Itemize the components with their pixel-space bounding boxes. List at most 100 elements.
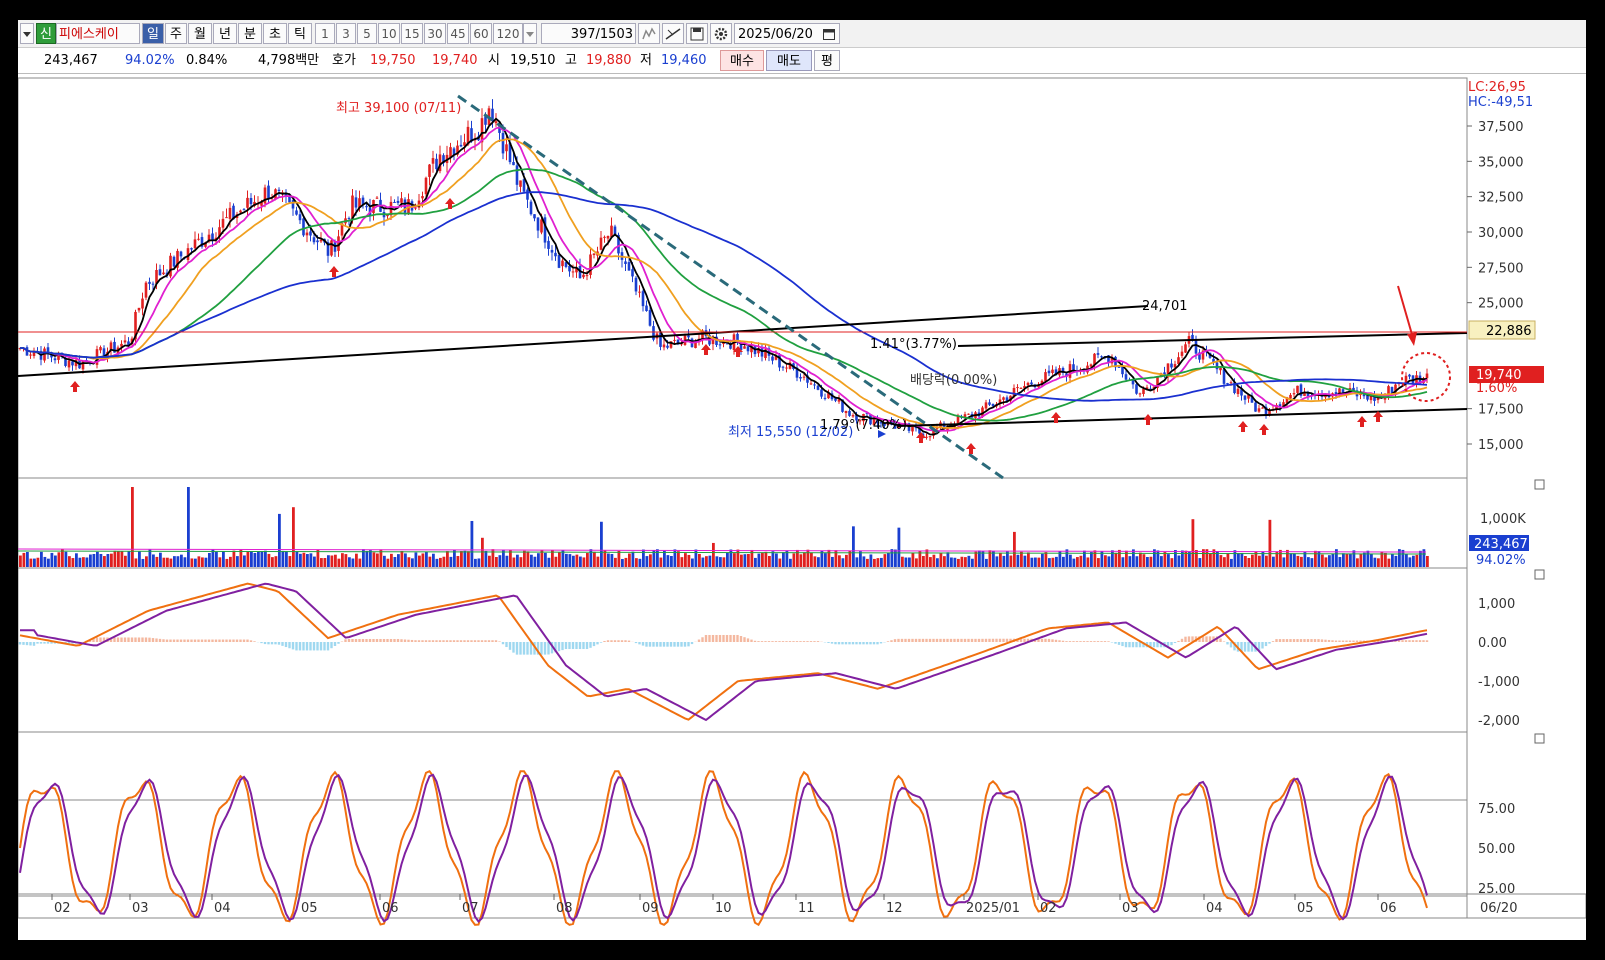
volume-bar (526, 551, 530, 567)
line-tool-icon[interactable] (662, 23, 684, 44)
volume-bar (22, 552, 26, 567)
tab-period-month[interactable]: 월 (188, 23, 212, 44)
candle-body (291, 200, 295, 209)
interval-3[interactable]: 3 (336, 23, 356, 44)
candle-body (529, 201, 533, 215)
interval-120[interactable]: 120 (493, 23, 523, 44)
macd-histogram-bar (1002, 638, 1005, 642)
volume-bar (400, 550, 404, 567)
close-icon[interactable] (1534, 569, 1545, 580)
volume-bar (1023, 555, 1027, 567)
candle-body (1180, 351, 1184, 356)
macd-histogram-bar (512, 642, 515, 653)
macd-histogram-bar (218, 639, 221, 642)
volume-bar (218, 557, 222, 567)
stock-name-field[interactable]: 피에스케이 (56, 23, 140, 44)
interval-1[interactable]: 1 (315, 23, 335, 44)
volume-bar (946, 552, 950, 567)
date-field[interactable]: 2025/06/20 (734, 23, 840, 44)
macd-histogram-bar (788, 641, 792, 642)
macd-histogram-bar (183, 639, 186, 642)
macd-histogram-bar (886, 641, 890, 642)
macd-histogram-bar (967, 638, 970, 642)
candle-body (536, 217, 540, 231)
macd-histogram-bar (1320, 639, 1324, 642)
tab-period-minute[interactable]: 분 (238, 23, 262, 44)
interval-10[interactable]: 10 (378, 23, 400, 44)
macd-histogram-bar (18, 642, 22, 645)
calendar-icon[interactable] (823, 28, 835, 40)
candle-body (638, 291, 641, 293)
volume-bar (666, 555, 670, 567)
tab-period-week[interactable]: 주 (165, 23, 187, 44)
macd-histogram-bar (1299, 639, 1303, 642)
volume-bar (1209, 553, 1212, 567)
macd-histogram-bar (473, 640, 477, 642)
chart-window: 신 피에스케이 일 주 월 년 분 초 틱 1 3 5 10 15 30 45 … (17, 20, 1587, 940)
chevron-down-icon[interactable] (20, 23, 34, 44)
macd-histogram-bar (599, 642, 603, 643)
macd-histogram-bar (571, 642, 575, 650)
interval-30[interactable]: 30 (424, 23, 446, 44)
macd-histogram-bar (319, 642, 323, 651)
tab-period-day[interactable]: 일 (142, 23, 164, 44)
volume-bar (50, 552, 54, 567)
price-tick-label: 17,500 (1478, 403, 1524, 418)
macd-histogram-bar (431, 640, 435, 642)
macd-histogram-bar (148, 637, 151, 642)
macd-histogram-bar (1068, 641, 1072, 642)
volume-bar (418, 555, 421, 567)
macd-histogram-bar (1226, 642, 1229, 645)
interval-dropdown-icon[interactable] (523, 23, 537, 44)
save-icon[interactable] (686, 23, 708, 44)
tick-chart-icon[interactable] (638, 23, 660, 44)
candle-body (561, 260, 564, 267)
close-icon[interactable] (1534, 479, 1545, 490)
candle-body (550, 249, 554, 253)
interval-45[interactable]: 45 (447, 23, 469, 44)
macd-histogram-bar (197, 639, 200, 642)
macd-histogram-bar (767, 641, 771, 642)
tab-period-tick[interactable]: 틱 (288, 23, 312, 44)
volume-bar (306, 554, 309, 567)
close-icon[interactable] (1534, 733, 1545, 744)
count-field[interactable]: 397/1503 (541, 23, 636, 44)
macd-histogram-bar (795, 641, 799, 642)
volume-bar (180, 554, 183, 567)
interval-5[interactable]: 5 (357, 23, 377, 44)
chart-area[interactable]: LC:26,95 HC:-49,51 37,500 35,000 32,500 30,… (17, 76, 1587, 940)
macd-histogram-bar (1219, 638, 1222, 642)
macd-histogram-bar (501, 642, 505, 645)
candle-body (435, 158, 438, 170)
macd-histogram-bar (316, 642, 319, 651)
buy-button[interactable]: 매수 (720, 50, 764, 71)
interval-60[interactable]: 60 (470, 23, 492, 44)
macd-histogram-bar (718, 634, 722, 642)
volume-bar (1170, 558, 1174, 567)
volume-bar (831, 556, 834, 567)
tab-period-second[interactable]: 초 (263, 23, 287, 44)
gear-icon[interactable] (710, 23, 732, 44)
sell-button[interactable]: 매도 (766, 50, 812, 71)
volume-bar (792, 553, 796, 567)
x-tick-label: 05 (1297, 901, 1314, 916)
candle-body (319, 239, 323, 242)
volume-bar (460, 551, 463, 567)
volume-bar (64, 551, 68, 567)
volume-bar (810, 552, 813, 567)
interval-15[interactable]: 15 (401, 23, 423, 44)
volume-bar (1394, 555, 1398, 567)
macd-histogram-bar (946, 638, 949, 642)
candle-body (365, 206, 368, 208)
macd-histogram-bar (480, 640, 484, 642)
candle-body (785, 367, 788, 369)
volume-bar (743, 554, 747, 567)
average-button[interactable]: 평 (814, 50, 840, 71)
volume-bar (281, 550, 285, 567)
macd-histogram-bar (1317, 639, 1320, 642)
macd-histogram-bar (1047, 638, 1051, 642)
volume-bar (610, 554, 614, 567)
macd-histogram-bar (396, 638, 400, 642)
macd-histogram-bar (1271, 641, 1275, 642)
tab-period-year[interactable]: 년 (213, 23, 237, 44)
